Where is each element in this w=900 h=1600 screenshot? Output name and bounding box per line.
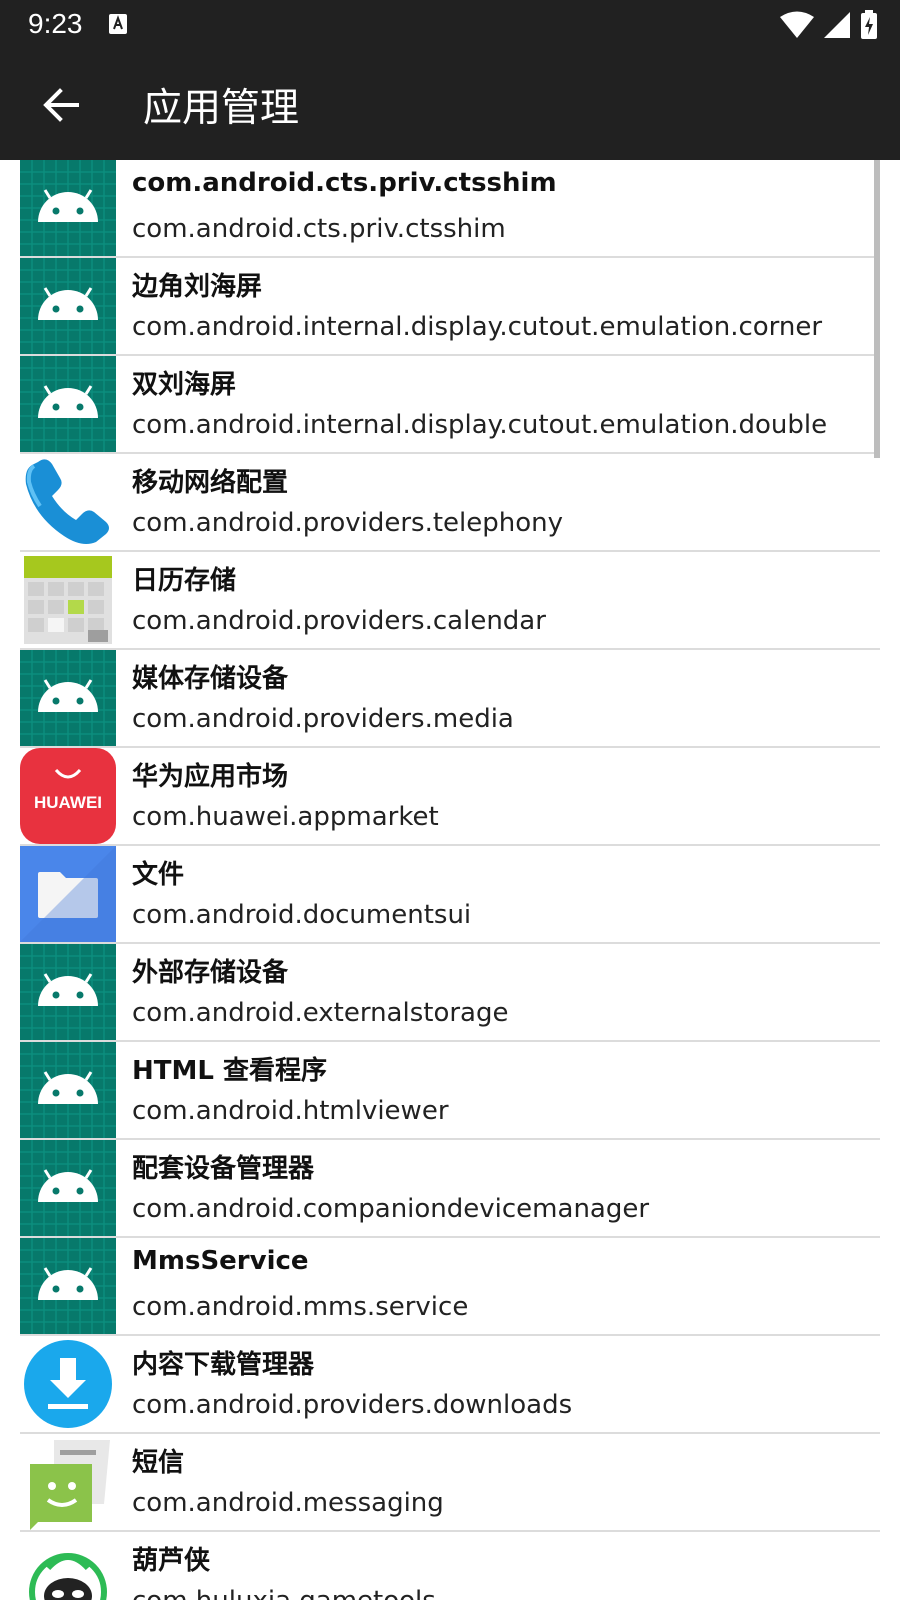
app-name: 外部存储设备 <box>132 958 289 988</box>
app-name: 短信 <box>132 1448 185 1478</box>
app-name: 葫芦侠 <box>132 1546 211 1576</box>
list-item[interactable]: 双刘海屏 com.android.internal.display.cutout… <box>0 356 900 454</box>
app-name: 双刘海屏 <box>132 370 237 400</box>
app-package: com.android.mms.service <box>132 1292 469 1322</box>
cellular-signal-icon <box>824 12 850 38</box>
app-name: 华为应用市场 <box>132 762 289 792</box>
huawei-appmarket-icon: HUAWEI <box>20 748 116 844</box>
android-robot-icon <box>20 1140 116 1236</box>
app-package: com.huluxia.gametools <box>132 1586 436 1600</box>
app-list[interactable]: com.android.cts.priv.ctsshim com.android… <box>0 160 900 1600</box>
app-name: 边角刘海屏 <box>132 272 263 302</box>
app-name: 文件 <box>132 860 185 890</box>
wifi-icon <box>780 11 814 38</box>
list-item[interactable]: 移动网络配置 com.android.providers.telephony <box>0 454 900 552</box>
app-name: 内容下载管理器 <box>132 1350 315 1380</box>
scrollbar[interactable] <box>874 160 880 458</box>
app-name: HTML 查看程序 <box>132 1056 327 1086</box>
list-item[interactable]: com.android.cts.priv.ctsshim com.android… <box>0 160 900 258</box>
autofill-notification-icon <box>109 14 127 34</box>
messaging-icon <box>30 1440 110 1530</box>
android-robot-icon <box>20 258 116 354</box>
app-package: com.android.providers.telephony <box>132 508 564 538</box>
app-package: com.huawei.appmarket <box>132 802 439 832</box>
list-item[interactable]: 文件 com.android.documentsui <box>0 846 900 944</box>
app-package: com.android.internal.display.cutout.emul… <box>132 410 828 440</box>
app-package: com.android.providers.downloads <box>132 1390 573 1420</box>
huawei-logo-text: HUAWEI <box>34 793 102 812</box>
android-robot-icon <box>20 356 116 452</box>
app-name: 配套设备管理器 <box>132 1154 315 1184</box>
folder-icon <box>20 846 116 942</box>
list-item[interactable]: 媒体存储设备 com.android.providers.media <box>0 650 900 748</box>
app-package: com.android.htmlviewer <box>132 1096 449 1126</box>
android-robot-icon <box>20 650 116 746</box>
android-robot-icon <box>20 1042 116 1138</box>
list-item[interactable]: 边角刘海屏 com.android.internal.display.cutou… <box>0 258 900 356</box>
status-bar: 9:23 <box>0 0 900 50</box>
list-item[interactable]: HUAWEI 华为应用市场 com.huawei.appmarket <box>0 748 900 846</box>
app-name: 媒体存储设备 <box>132 664 289 694</box>
phone-icon <box>25 459 109 544</box>
app-package: com.android.externalstorage <box>132 998 509 1028</box>
list-item[interactable]: 内容下载管理器 com.android.providers.downloads <box>0 1336 900 1434</box>
list-item[interactable]: 短信 com.android.messaging <box>0 1434 900 1532</box>
list-item[interactable]: HTML 查看程序 com.android.htmlviewer <box>0 1042 900 1140</box>
battery-charging-icon <box>861 10 877 39</box>
app-package: com.android.messaging <box>132 1488 444 1518</box>
back-button[interactable] <box>30 74 92 136</box>
android-robot-icon <box>20 160 116 256</box>
page-title: 应用管理 <box>143 86 300 131</box>
status-time: 9:23 <box>28 8 83 39</box>
calendar-icon <box>24 556 112 644</box>
list-item[interactable]: 葫芦侠 com.huluxia.gametools <box>0 1532 900 1600</box>
app-package: com.android.companiondevicemanager <box>132 1194 650 1224</box>
list-item[interactable]: 日历存储 com.android.providers.calendar <box>0 552 900 650</box>
app-bar: 应用管理 <box>0 50 900 160</box>
app-package: com.android.providers.calendar <box>132 606 546 636</box>
app-name: MmsService <box>132 1246 309 1276</box>
app-package: com.android.documentsui <box>132 900 472 930</box>
app-name: 移动网络配置 <box>132 468 289 498</box>
huluxia-icon <box>29 1553 107 1600</box>
app-name: com.android.cts.priv.ctsshim <box>132 168 557 198</box>
app-package: com.android.cts.priv.ctsshim <box>132 214 506 244</box>
app-package: com.android.internal.display.cutout.emul… <box>132 312 823 342</box>
arrow-back-icon <box>43 88 79 122</box>
android-robot-icon <box>20 1238 116 1334</box>
list-item[interactable]: 外部存储设备 com.android.externalstorage <box>0 944 900 1042</box>
list-item[interactable]: MmsService com.android.mms.service <box>0 1238 900 1336</box>
android-robot-icon <box>20 944 116 1040</box>
app-name: 日历存储 <box>132 566 237 596</box>
list-item[interactable]: 配套设备管理器 com.android.companiondevicemanag… <box>0 1140 900 1238</box>
app-package: com.android.providers.media <box>132 704 514 734</box>
download-icon <box>24 1340 112 1428</box>
